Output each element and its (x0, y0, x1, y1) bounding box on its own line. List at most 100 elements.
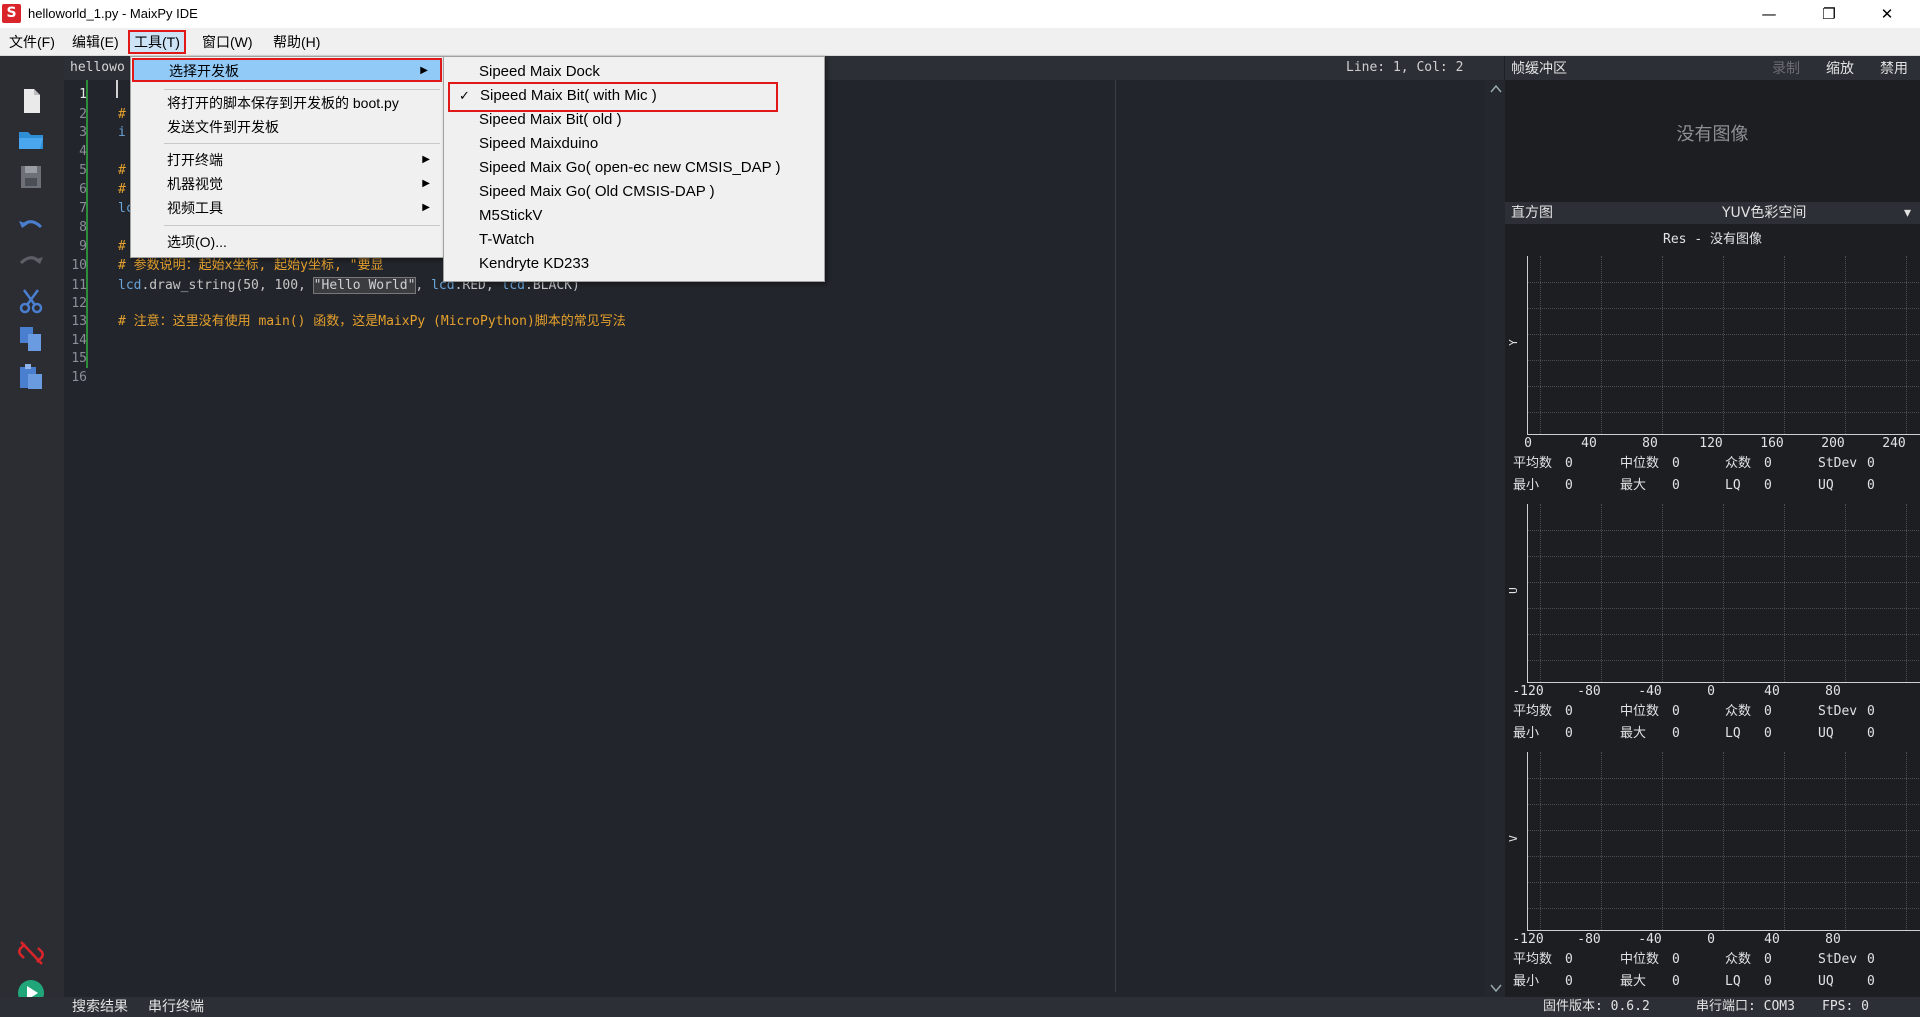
tick-label: 0 (1524, 436, 1532, 451)
board-option[interactable]: M5StickV (445, 204, 823, 228)
grid-line (1906, 504, 1907, 682)
colorspace-select[interactable]: YUV色彩空间 (1722, 202, 1806, 224)
redo-icon[interactable] (16, 248, 46, 278)
cut-icon[interactable] (16, 286, 46, 316)
stat-value: 0 (1764, 952, 1772, 967)
menu-send-file[interactable]: 发送文件到开发板 (132, 116, 442, 138)
minimize-button[interactable]: — (1746, 0, 1792, 28)
stat-value: 0 (1672, 456, 1680, 471)
paste-icon[interactable] (16, 362, 46, 392)
submenu-arrow-icon: ▶ (422, 202, 430, 213)
board-option[interactable]: Sipeed Maix Dock (445, 60, 823, 84)
undo-icon[interactable] (16, 212, 46, 242)
stat-label: 中位数 (1620, 704, 1660, 719)
grid-line (1528, 660, 1920, 661)
resolution-label: Res - 没有图像 (1663, 232, 1762, 247)
line-number: 5 (79, 163, 87, 178)
stat-value: 0 (1672, 704, 1680, 719)
editor-scrollbar[interactable] (1485, 80, 1507, 997)
menu-item-label: 打开终端 (167, 152, 223, 168)
menu-save-boot-py[interactable]: 将打开的脚本保存到开发板的 boot.py (132, 92, 442, 114)
menu-item-label: 视频工具 (167, 200, 223, 216)
board-option-label: Sipeed Maix Bit( with Mic ) (480, 87, 657, 104)
tick-label: 160 (1760, 436, 1784, 451)
disable-button[interactable]: 禁用 (1880, 56, 1908, 80)
grid-line (1528, 856, 1920, 857)
stat-label: 最大 (1620, 478, 1647, 493)
line-number: 10 (71, 258, 87, 273)
serial-terminal-tab[interactable]: 串行终端 (148, 997, 204, 1017)
grid-line (1906, 752, 1907, 930)
stat-label: UQ (1818, 726, 1834, 741)
menu-select-board[interactable]: 选择开发板 ▶ (132, 58, 442, 82)
menu-item-label: 选项(O)... (167, 234, 227, 250)
grid-line (1528, 334, 1920, 335)
board-option[interactable]: Sipeed Maix Bit( old ) (445, 108, 823, 132)
zoom-button[interactable]: 缩放 (1826, 56, 1854, 80)
board-option[interactable]: T-Watch (445, 228, 823, 252)
grid-line (1723, 752, 1724, 930)
restore-button[interactable]: ❐ (1806, 0, 1852, 28)
grid-line (1723, 504, 1724, 682)
line-number: 14 (71, 333, 87, 348)
disconnect-icon[interactable] (16, 938, 46, 968)
firmware-version: 固件版本: 0.6.2 (1543, 999, 1650, 1014)
tick-label: -80 (1577, 684, 1601, 699)
grid-line (1528, 556, 1920, 557)
copy-icon[interactable] (16, 324, 46, 354)
menu-open-terminal[interactable]: 打开终端 ▶ (132, 149, 442, 171)
board-option[interactable]: Kendryte KD233 (445, 252, 823, 276)
histogram-plot-y (1527, 256, 1920, 435)
board-option[interactable]: Sipeed Maix Go( open-ec new CMSIS_DAP ) (445, 156, 823, 180)
stat-label: 众数 (1725, 952, 1752, 967)
board-option[interactable]: Sipeed Maixduino (445, 132, 823, 156)
grid-line (1528, 282, 1920, 283)
code-token: , (415, 278, 432, 293)
submenu-arrow-icon: ▶ (422, 178, 430, 189)
tick-label: 40 (1581, 436, 1597, 451)
search-results-tab[interactable]: 搜索结果 (72, 997, 128, 1017)
grid-line (1528, 360, 1920, 361)
tick-label: 80 (1825, 932, 1841, 947)
code-line-5: # (118, 163, 126, 178)
tools-dropdown-menu: 选择开发板 ▶ 将打开的脚本保存到开发板的 boot.py 发送文件到开发板 打… (130, 56, 444, 258)
board-option-label: Sipeed Maix Go( open-ec new CMSIS_DAP ) (479, 159, 781, 176)
grid-line (1528, 882, 1920, 883)
board-option[interactable]: Sipeed Maix Go( Old CMSIS-DAP ) (445, 180, 823, 204)
menu-edit[interactable]: 编辑(E) (68, 32, 123, 52)
stat-value: 0 (1672, 974, 1680, 989)
menu-video-tools[interactable]: 视频工具 ▶ (132, 197, 442, 219)
grid-line (1662, 752, 1663, 930)
menu-tools[interactable]: 工具(T) (128, 30, 186, 54)
stat-label: 中位数 (1620, 952, 1660, 967)
stat-value: 0 (1672, 478, 1680, 493)
grid-line (1540, 752, 1541, 930)
menu-window[interactable]: 窗口(W) (198, 32, 257, 52)
menu-machine-vision[interactable]: 机器视觉 ▶ (132, 173, 442, 195)
open-folder-icon[interactable] (16, 124, 46, 154)
grid-line (1601, 256, 1602, 434)
grid-line (1528, 804, 1920, 805)
line-number: 12 (71, 296, 87, 311)
grid-line (1662, 504, 1663, 682)
new-file-icon[interactable] (16, 86, 46, 116)
stat-value: 0 (1764, 704, 1772, 719)
line-number: 16 (71, 370, 87, 385)
grid-line (1528, 634, 1920, 635)
frame-buffer-header (1505, 56, 1920, 80)
line-number: 4 (79, 144, 87, 159)
menu-options[interactable]: 选项(O)... (132, 231, 442, 253)
save-icon[interactable] (16, 162, 46, 192)
grid-line (1845, 752, 1846, 930)
stat-label: UQ (1818, 478, 1834, 493)
record-button[interactable]: 录制 (1772, 56, 1800, 80)
close-button[interactable]: ✕ (1864, 0, 1910, 28)
stat-value: 0 (1764, 456, 1772, 471)
board-option-label: Sipeed Maix Bit( old ) (479, 111, 622, 128)
menu-file[interactable]: 文件(F) (5, 32, 59, 52)
stat-label: 最大 (1620, 974, 1647, 989)
tick-label: 80 (1642, 436, 1658, 451)
chevron-down-icon[interactable]: ▾ (1904, 202, 1911, 224)
editor-file-tab[interactable]: hellowo (64, 56, 131, 80)
menu-help[interactable]: 帮助(H) (269, 32, 324, 52)
